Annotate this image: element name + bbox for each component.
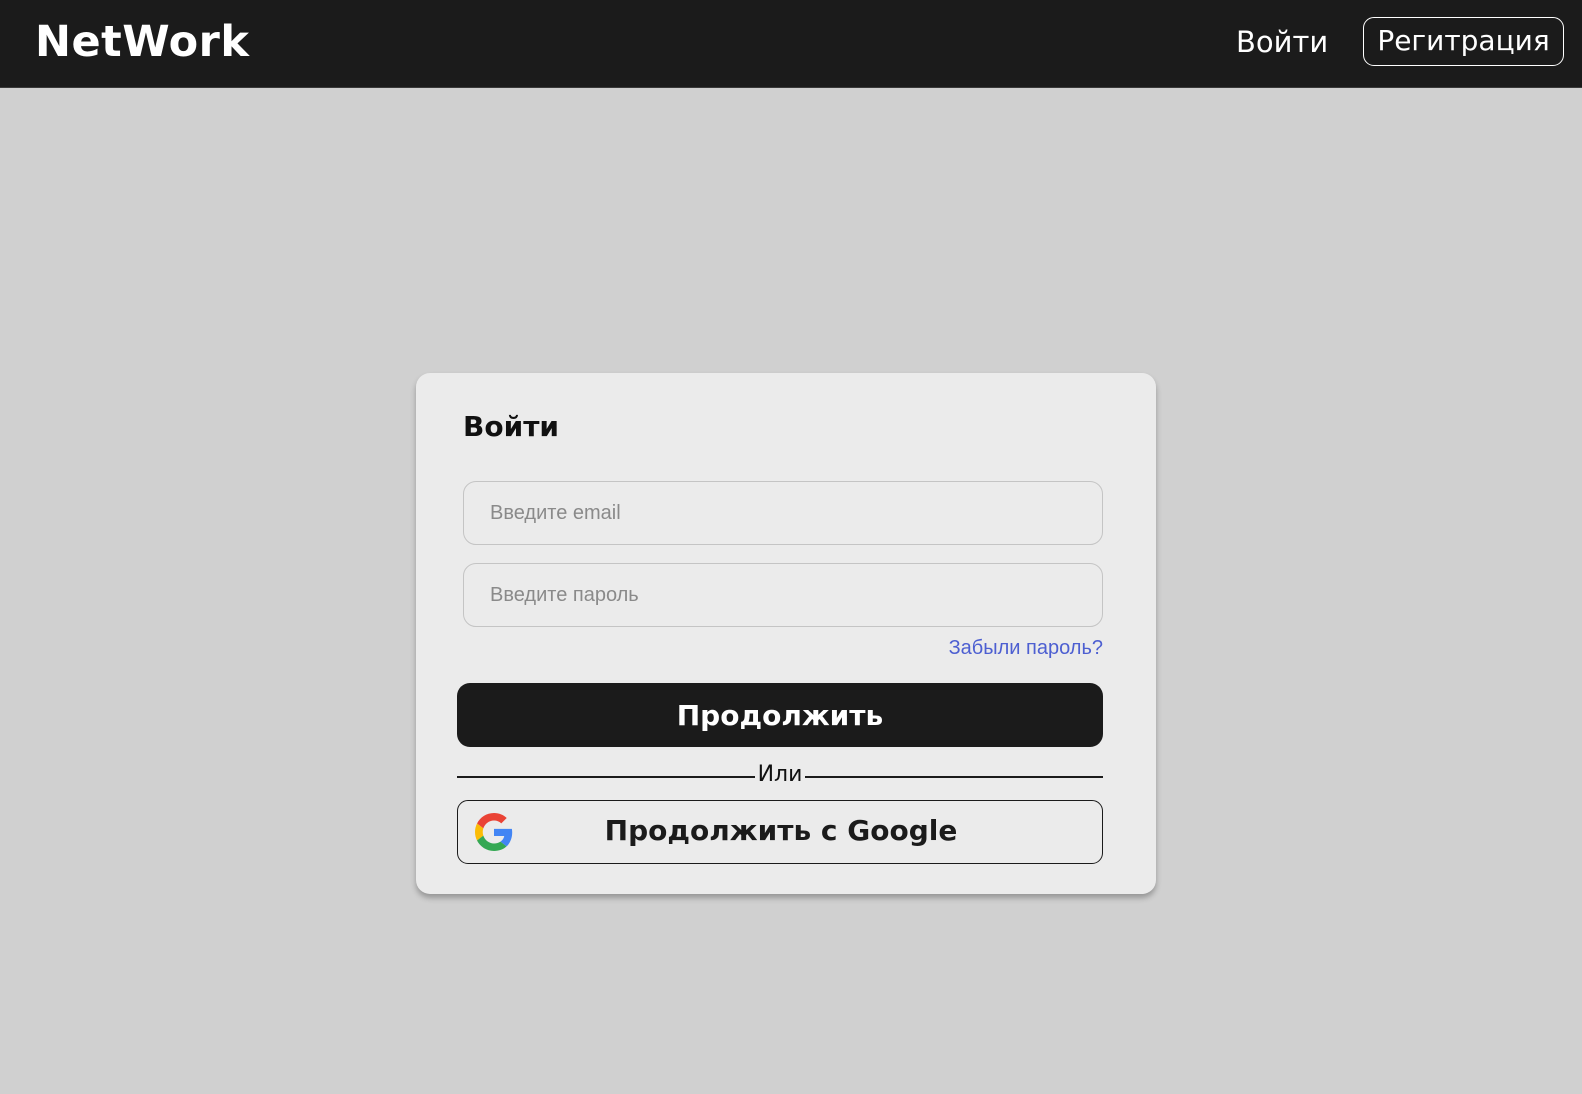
top-navbar: NetWork Войти Регитрация	[0, 0, 1582, 88]
register-button[interactable]: Регитрация	[1363, 17, 1564, 66]
login-card: Войти Забыли пароль? Продолжить Или Прод…	[416, 373, 1156, 894]
login-title: Войти	[463, 410, 560, 443]
google-button-label: Продолжить с Google	[604, 814, 958, 847]
divider-text: Или	[757, 762, 803, 787]
email-input[interactable]	[463, 481, 1103, 545]
continue-button[interactable]: Продолжить	[457, 683, 1103, 747]
nav-login-link[interactable]: Войти	[1236, 22, 1328, 62]
password-input[interactable]	[463, 563, 1103, 627]
divider-line-left	[457, 776, 755, 778]
forgot-password-link[interactable]: Забыли пароль?	[949, 637, 1103, 660]
google-signin-button[interactable]: Продолжить с Google	[457, 800, 1103, 864]
or-divider: Или	[457, 761, 1103, 791]
divider-line-right	[805, 776, 1103, 778]
logo[interactable]: NetWork	[35, 16, 249, 68]
